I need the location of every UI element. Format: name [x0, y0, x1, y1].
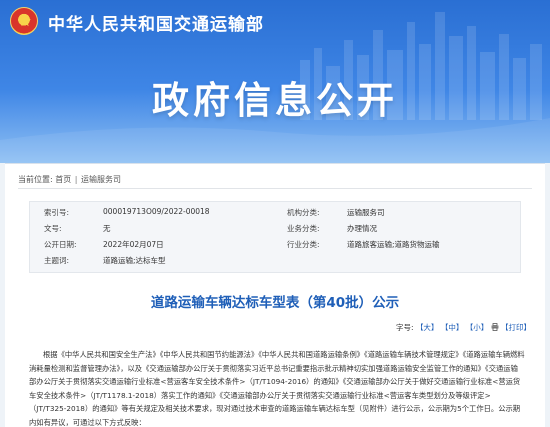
breadcrumb-home-link[interactable]: 首页	[55, 175, 71, 184]
industry-category-label: 行业分类:	[287, 240, 320, 249]
index-number-value: 000019713O09/2022-00018	[103, 207, 210, 216]
keywords-label: 主题词:	[44, 256, 70, 265]
content-panel: 当前位置: 首页 | 运输服务司 索引号: 000019713O09/2022-…	[5, 163, 545, 427]
breadcrumb: 当前位置: 首页 | 运输服务司	[18, 174, 121, 185]
publish-date-label: 公开日期:	[44, 240, 77, 249]
industry-category-value: 道路旅客运输;道路货物运输	[347, 240, 440, 249]
document-body-paragraph: 根据《中华人民共和国安全生产法》《中华人民共和国节约能源法》《中华人民共和国道路…	[29, 350, 525, 427]
breadcrumb-section-link[interactable]: 运输服务司	[81, 175, 121, 184]
print-button[interactable]: 【打印】	[501, 323, 531, 332]
metadata-row: 索引号: 000019713O09/2022-00018 机构分类: 运输服务司	[30, 207, 520, 221]
ministry-name[interactable]: 中华人民共和国交通运输部	[48, 10, 264, 35]
font-size-small-button[interactable]: 【小】	[466, 323, 489, 332]
font-size-medium-button[interactable]: 【中】	[441, 323, 464, 332]
breadcrumb-separator: |	[74, 175, 78, 184]
metadata-row: 公开日期: 2022年02月07日 行业分类: 道路旅客运输;道路货物运输	[30, 239, 520, 253]
keywords-value: 道路运输;达标车型	[103, 256, 166, 265]
portal-title: 政府信息公开	[152, 79, 398, 122]
header-banner: 中华人民共和国交通运输部 政府信息公开	[0, 0, 550, 163]
metadata-row: 主题词: 道路运输;达标车型	[30, 255, 520, 269]
metadata-row: 文号: 无 业务分类: 办理情况	[30, 223, 520, 237]
divider	[18, 188, 532, 189]
document-title: 道路运输车辆达标车型表（第40批）公示	[150, 295, 400, 311]
breadcrumb-prefix: 当前位置:	[18, 175, 53, 184]
font-size-label: 字号:	[396, 323, 414, 332]
agency-category-value: 运输服务司	[347, 208, 385, 217]
font-size-large-button[interactable]: 【大】	[416, 323, 439, 332]
document-metadata-table: 索引号: 000019713O09/2022-00018 机构分类: 运输服务司…	[29, 201, 521, 273]
font-size-controls: 字号: 【大】 【中】 【小】 【打印】	[396, 322, 531, 333]
document-number-label: 文号:	[44, 224, 62, 233]
print-icon[interactable]	[491, 323, 499, 333]
agency-category-label: 机构分类:	[287, 208, 320, 217]
business-category-label: 业务分类:	[287, 224, 320, 233]
index-number-label: 索引号:	[44, 208, 70, 217]
national-emblem-icon	[10, 7, 38, 35]
publish-date-value: 2022年02月07日	[103, 240, 164, 249]
business-category-value: 办理情况	[347, 224, 377, 233]
document-number-value: 无	[103, 224, 111, 233]
